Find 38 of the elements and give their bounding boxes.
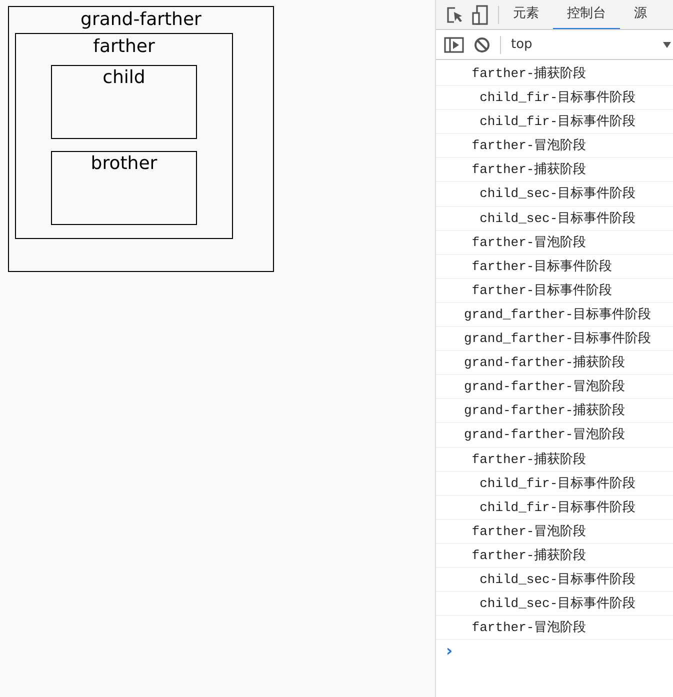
box-label: brother bbox=[90, 152, 158, 176]
console-message: farther-冒泡阶段 bbox=[436, 134, 673, 158]
context-selector[interactable]: top bbox=[511, 34, 653, 54]
console-message: grand-farther-冒泡阶段 bbox=[436, 423, 673, 448]
console-message: child_fir-目标事件阶段 bbox=[436, 86, 673, 110]
console-message: child_sec-目标事件阶段 bbox=[436, 592, 673, 616]
device-icon[interactable] bbox=[472, 4, 488, 24]
console-message: child_fir-目标事件阶段 bbox=[436, 110, 673, 134]
console-message: grand-farther-冒泡阶段 bbox=[436, 375, 673, 400]
console-message: grand-farther-捕获阶段 bbox=[436, 351, 673, 376]
console-prompt[interactable]: › bbox=[436, 640, 673, 662]
panel-tab[interactable]: 源 bbox=[620, 0, 661, 29]
box-label: grand-farther bbox=[80, 8, 202, 32]
console-message: child_fir-目标事件阶段 bbox=[436, 472, 673, 496]
box-label: child bbox=[102, 66, 146, 90]
panel-tab[interactable]: 元素 bbox=[499, 0, 553, 29]
inspect-icon[interactable] bbox=[446, 6, 464, 24]
console-message: grand_farther-目标事件阶段 bbox=[436, 302, 673, 328]
console-message: farther-冒泡阶段 bbox=[436, 230, 673, 255]
console-message: farther-捕获阶段 bbox=[436, 544, 673, 568]
dropdown-icon[interactable] bbox=[663, 40, 671, 48]
console-message: farther-冒泡阶段 bbox=[436, 616, 673, 640]
console-message: child_sec-目标事件阶段 bbox=[436, 206, 673, 231]
console-message: grand_farther-目标事件阶段 bbox=[436, 327, 673, 352]
console-message: farther-捕获阶段 bbox=[436, 158, 673, 182]
console-message: farther-捕获阶段 bbox=[436, 62, 673, 86]
console-message: grand-farther-捕获阶段 bbox=[436, 399, 673, 424]
console-message: child_sec-目标事件阶段 bbox=[436, 568, 673, 592]
panel-tab[interactable]: 控制台 bbox=[553, 0, 620, 29]
box-label: farther bbox=[93, 35, 155, 59]
clear-icon[interactable] bbox=[474, 36, 490, 52]
sidebar-icon[interactable] bbox=[444, 36, 464, 52]
console-message: farther-捕获阶段 bbox=[436, 448, 673, 472]
console-message: child_fir-目标事件阶段 bbox=[436, 496, 673, 520]
console-message: farther-冒泡阶段 bbox=[436, 520, 673, 544]
console-message: child_sec-目标事件阶段 bbox=[436, 182, 673, 207]
console-message: farther-目标事件阶段 bbox=[436, 254, 673, 279]
console-message: farther-目标事件阶段 bbox=[436, 278, 673, 303]
